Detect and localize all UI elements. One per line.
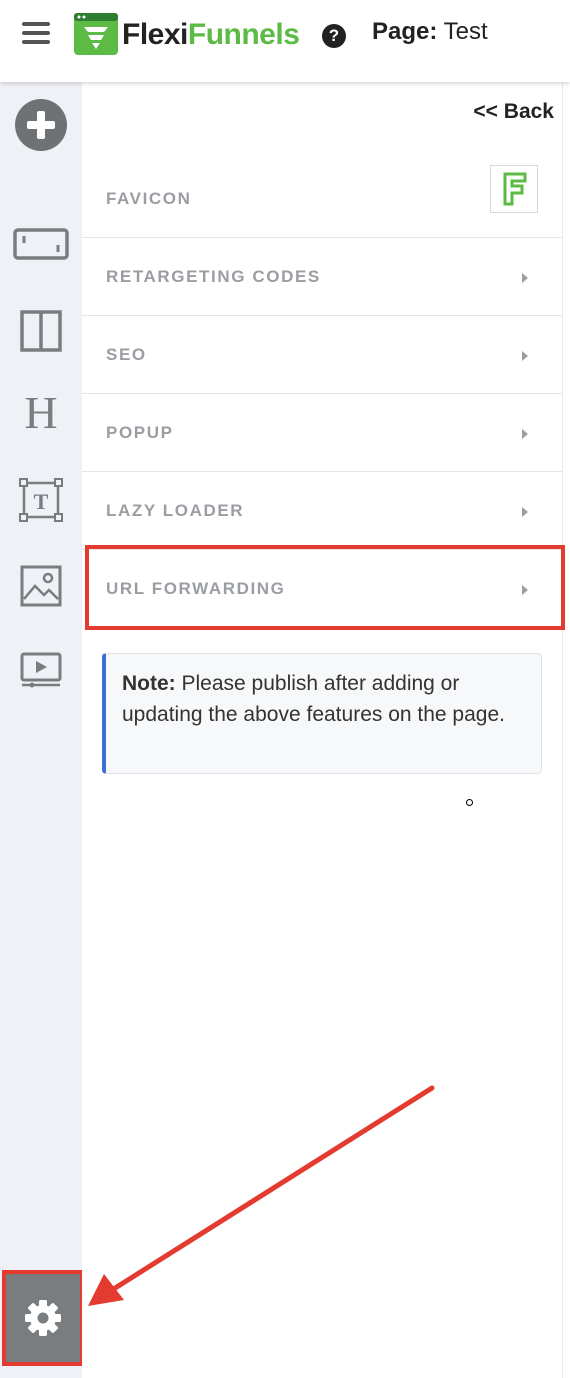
columns-icon xyxy=(20,310,62,352)
favicon-label: FAVICON xyxy=(106,189,192,208)
brand-name: FlexiFunnels xyxy=(122,18,300,51)
row-url-forwarding[interactable]: URL FORWARDING xyxy=(82,550,562,628)
heading-tool[interactable]: H xyxy=(0,388,82,434)
row-label: URL FORWARDING xyxy=(106,579,286,598)
row-lazy-loader[interactable]: LAZY LOADER xyxy=(82,472,562,550)
svg-text:T: T xyxy=(34,489,49,514)
row-popup[interactable]: POPUP xyxy=(82,394,562,472)
note-text: Please publish after adding or updating … xyxy=(122,672,505,726)
section-tool[interactable] xyxy=(0,225,82,263)
caret-right-icon xyxy=(522,273,528,283)
favicon-preview[interactable] xyxy=(490,165,538,213)
row-label: POPUP xyxy=(106,423,174,442)
cursor-dot xyxy=(466,799,473,806)
caret-right-icon xyxy=(522,429,528,439)
row-label: SEO xyxy=(106,345,147,364)
video-icon xyxy=(20,652,62,688)
add-element-button[interactable] xyxy=(0,98,82,152)
add-icon xyxy=(15,99,67,151)
page-name: Test xyxy=(443,18,488,45)
help-icon[interactable]: ? xyxy=(322,24,346,48)
section-icon xyxy=(13,228,69,260)
top-header: FlexiFunnels ? Page: Test xyxy=(0,0,570,82)
image-tool[interactable] xyxy=(0,565,82,607)
back-link[interactable]: << Back xyxy=(473,100,554,124)
row-label: RETARGETING CODES xyxy=(106,267,321,286)
text-icon: T xyxy=(19,478,63,522)
video-tool[interactable] xyxy=(0,652,82,688)
svg-text:H: H xyxy=(24,388,57,434)
caret-right-icon xyxy=(522,351,528,361)
favicon-f-icon xyxy=(503,172,527,206)
row-retargeting-codes[interactable]: RETARGETING CODES xyxy=(82,238,562,316)
publish-note: Note: Please publish after adding or upd… xyxy=(102,653,542,774)
columns-tool[interactable] xyxy=(0,310,82,352)
page-label: Page: xyxy=(372,18,438,45)
caret-right-icon xyxy=(522,507,528,517)
flexifunnels-logo-icon xyxy=(74,13,118,55)
row-seo[interactable]: SEO xyxy=(82,316,562,394)
page-title: Page: Test xyxy=(372,18,488,46)
hamburger-menu-icon[interactable] xyxy=(22,22,50,44)
image-icon xyxy=(20,565,62,607)
caret-right-icon xyxy=(522,585,528,595)
row-label: LAZY LOADER xyxy=(106,501,245,520)
note-label: Note: xyxy=(122,672,176,695)
element-toolbar xyxy=(0,82,82,1378)
text-tool[interactable]: T xyxy=(0,478,82,522)
heading-icon: H xyxy=(24,388,57,434)
settings-button[interactable] xyxy=(2,1270,84,1366)
gear-icon xyxy=(25,1300,61,1336)
